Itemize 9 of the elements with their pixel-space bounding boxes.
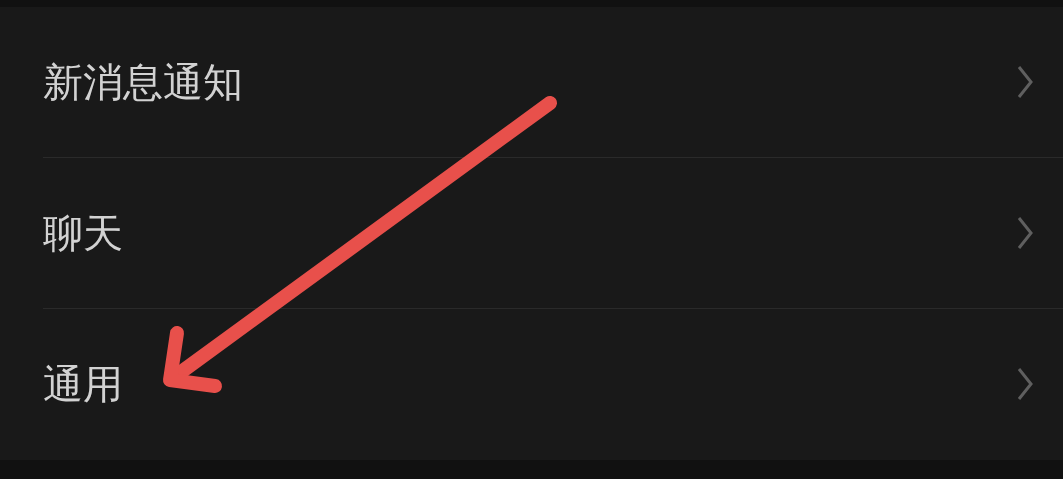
- row-label: 通用: [43, 360, 123, 408]
- settings-row[interactable]: 通用: [43, 309, 1063, 460]
- settings-row[interactable]: 聊天: [43, 158, 1063, 309]
- chevron-icon: [1017, 216, 1033, 250]
- chevron-icon: [1017, 65, 1033, 99]
- row-label: 新消息通知: [43, 58, 243, 106]
- settings-row[interactable]: 新消息通知: [43, 7, 1063, 158]
- chevron-icon: [1017, 367, 1033, 401]
- row-label: 聊天: [43, 209, 123, 257]
